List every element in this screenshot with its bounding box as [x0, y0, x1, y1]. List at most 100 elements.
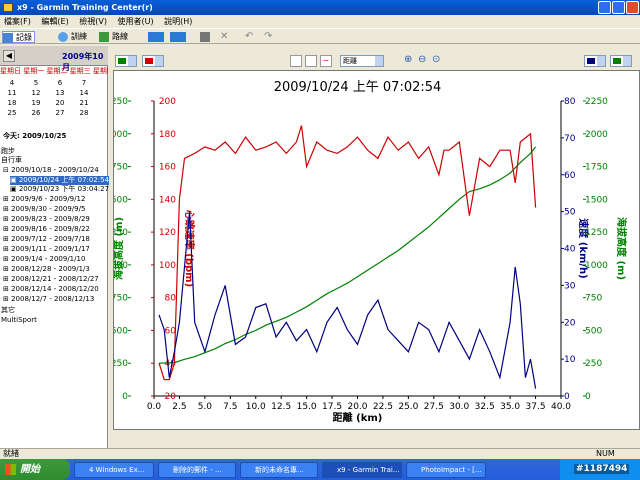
undo-icon: ↶ [245, 31, 254, 42]
windows-logo-icon [5, 464, 16, 475]
tree-node-multisport[interactable]: MultiSport [1, 316, 37, 325]
left-inner-tick-label: 100 [159, 261, 176, 271]
expand-icon[interactable]: ⊞ [3, 235, 11, 243]
day-cell[interactable]: 13 [52, 88, 68, 98]
send-to-device-button[interactable] [148, 31, 168, 43]
green-swatch-icon [118, 58, 126, 64]
day-cell[interactable]: 26 [28, 108, 44, 118]
zoom-in-icon[interactable]: ⊕ [404, 54, 412, 65]
delete-button[interactable] [200, 31, 213, 43]
tree-item[interactable]: ⊞ 2008/12/7 - 2008/12/13 [3, 295, 94, 304]
taskbar-item[interactable]: 刪除的郵件 - ... [158, 462, 236, 478]
cancel-button[interactable]: ✕ [220, 31, 230, 43]
menu-edit[interactable]: 編輯(E) [37, 15, 72, 28]
x-tick-label: 10.0 [246, 402, 266, 412]
start-button[interactable]: 開始 [0, 459, 70, 480]
zoom-out-icon[interactable]: ⊖ [418, 54, 426, 65]
day-cell[interactable]: 4 [4, 78, 20, 88]
maximize-button[interactable] [612, 1, 625, 14]
day-cell[interactable]: 6 [52, 78, 68, 88]
expand-icon[interactable]: ⊞ [3, 215, 11, 223]
day-cell[interactable]: 18 [4, 98, 20, 108]
tree-item[interactable]: ⊞ 2009/8/16 - 2009/8/22 [3, 225, 90, 234]
day-cell[interactable]: 28 [76, 108, 92, 118]
courses-button[interactable]: 路線 [99, 31, 128, 43]
tree-item[interactable]: ⊟ 2009/10/18 - 2009/10/24 [3, 166, 99, 175]
expand-icon[interactable]: ⊞ [3, 295, 11, 303]
undo-button[interactable]: ↶ [245, 31, 255, 43]
status-text: 就緒 [3, 449, 19, 458]
watermark: #1187494 [574, 464, 630, 474]
taskbar-item[interactable]: 4 Windows Ex... [74, 462, 154, 478]
xaxis-select[interactable]: 距離 [340, 55, 384, 67]
tree-item[interactable]: ⊞ 2008/12/28 - 2009/1/3 [3, 265, 90, 274]
tree-item[interactable]: ▣ 2009/10/23 下午 03:04:27 [10, 185, 109, 194]
taskbar-item-label: 新的未命名專... [255, 466, 304, 474]
day-cell[interactable]: 21 [76, 98, 92, 108]
chart-svg[interactable]: 2009/10/24 上午 07:02:54 0.0 2.5 5.0 7.5 10.0 12… [114, 71, 640, 431]
tree-node-running[interactable]: 跑步 [1, 147, 15, 156]
right-axis2-color-picker[interactable] [610, 55, 632, 67]
taskbar-item[interactable]: 新的未命名專... [240, 462, 318, 478]
day-cell[interactable]: 25 [4, 108, 20, 118]
minimize-button[interactable] [598, 1, 611, 14]
day-cell[interactable]: 27 [52, 108, 68, 118]
left-inner-tick-label: 20 [165, 392, 177, 402]
menu-help[interactable]: 說明(H) [160, 15, 196, 28]
tree-item[interactable]: ⊞ 2008/12/21 - 2008/12/27 [3, 275, 99, 284]
training-button[interactable]: 訓練 [58, 31, 87, 43]
tree-item[interactable]: ⊞ 2009/1/11 - 2009/1/17 [3, 245, 90, 254]
history-tree: 跑步 自行車 ⊟ 2009/10/18 - 2009/10/24 ▣ 2009/… [0, 143, 110, 443]
expand-icon[interactable]: ⊞ [3, 265, 11, 273]
tree-node-cycling[interactable]: 自行車 [1, 156, 22, 165]
tree-item[interactable]: ⊞ 2009/8/23 - 2009/8/29 [3, 215, 90, 224]
history-button[interactable]: 記錄 [2, 31, 35, 43]
redo-button[interactable]: ↷ [264, 31, 274, 43]
navy-swatch-icon [587, 58, 595, 64]
right-inner-tick-label: 20 [564, 318, 576, 328]
tree-item[interactable]: ⊞ 2009/9/6 - 2009/9/12 [3, 195, 85, 204]
menu-view[interactable]: 檢視(V) [75, 15, 111, 28]
expand-icon[interactable]: ⊞ [3, 205, 11, 213]
expand-icon[interactable]: ⊞ [3, 255, 11, 263]
day-cell[interactable]: 11 [4, 88, 20, 98]
day-cell[interactable]: 7 [76, 78, 92, 88]
menu-file[interactable]: 檔案(F) [0, 15, 35, 28]
line-chart-icon[interactable]: ~ [320, 55, 332, 67]
taskbar-item[interactable]: PhotoImpact - [... [406, 462, 486, 478]
x-tick-label: 22.5 [373, 402, 393, 412]
right-outer-tick-label: 1250 [585, 228, 608, 238]
day-cell[interactable]: 19 [28, 98, 44, 108]
tree-item-label: 2009/10/24 上午 07:02:54 [18, 176, 110, 184]
right-axis-color-picker[interactable] [584, 55, 606, 67]
left-axis2-color-picker[interactable] [142, 55, 164, 67]
tree-item[interactable]: ⊞ 2009/8/30 - 2009/9/5 [3, 205, 85, 214]
day-cell[interactable]: 20 [52, 98, 68, 108]
expand-icon[interactable]: ⊞ [3, 285, 11, 293]
red-swatch-icon [145, 58, 153, 64]
expand-icon[interactable]: ⊞ [3, 195, 11, 203]
x-tick-label: 25.0 [398, 402, 418, 412]
tree-item[interactable]: ⊞ 2008/12/14 - 2008/12/20 [3, 285, 99, 294]
grid-toggle-icon[interactable] [290, 55, 302, 67]
menu-user[interactable]: 使用者(U) [114, 15, 158, 28]
close-button[interactable] [626, 1, 639, 14]
day-cell[interactable]: 14 [76, 88, 92, 98]
tree-item-selected[interactable]: ▣ 2009/10/24 上午 07:02:54 [10, 176, 110, 185]
left-axis-color-picker[interactable] [115, 55, 137, 67]
taskbar-item-active[interactable]: x9 - Garmin Trai... [322, 462, 402, 478]
day-cell[interactable]: 5 [28, 78, 44, 88]
expand-icon[interactable]: ⊟ [3, 166, 11, 174]
day-cell[interactable]: 12 [28, 88, 44, 98]
expand-icon[interactable]: ⊞ [3, 275, 11, 283]
tree-node-other[interactable]: 其它 [1, 306, 15, 315]
tree-item[interactable]: ⊞ 2009/7/12 - 2009/7/18 [3, 235, 90, 244]
prev-month-button[interactable]: ◀ [3, 50, 15, 62]
tree-item[interactable]: ⊞ 2009/1/4 - 2009/1/10 [3, 255, 85, 264]
expand-icon[interactable]: ⊞ [3, 245, 11, 253]
expand-icon[interactable]: ⊞ [3, 225, 11, 233]
receive-from-device-button[interactable] [170, 31, 190, 43]
zoom-fit-icon[interactable]: ⊙ [432, 54, 440, 65]
today-label[interactable]: 今天: 2009/10/25 [3, 131, 66, 141]
chart-type-icon[interactable] [305, 55, 317, 67]
